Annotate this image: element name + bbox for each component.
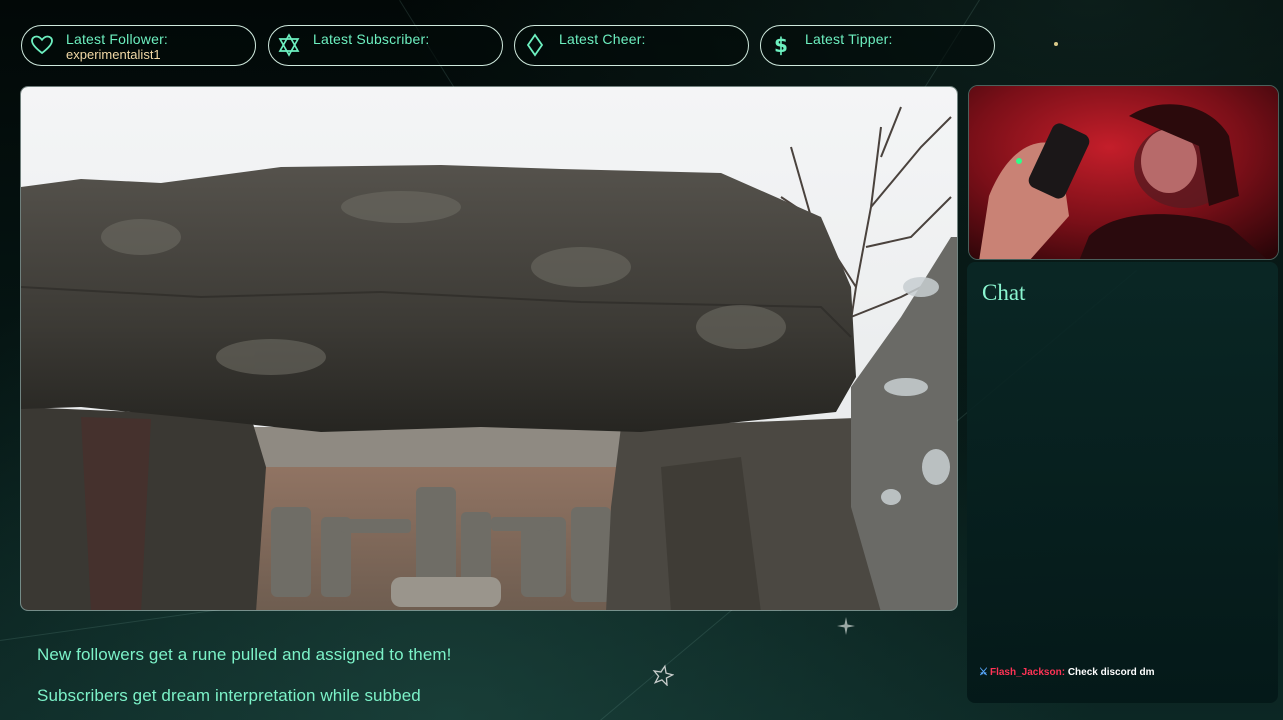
sparkle-dot	[1054, 42, 1058, 46]
latest-subscriber-label: Latest Subscriber:	[313, 31, 430, 47]
chat-panel: Chat ⚔ Flash_Jackson: Check discord dm	[967, 262, 1278, 703]
chat-separator: :	[1061, 667, 1066, 678]
latest-cheer-pill: Latest Cheer:	[514, 25, 749, 66]
webcam-feed	[968, 85, 1279, 260]
latest-tipper-pill: $ Latest Tipper:	[760, 25, 995, 66]
info-line-followers: New followers get a rune pulled and assi…	[37, 645, 452, 664]
outline-star-icon	[652, 664, 674, 686]
latest-tipper-label: Latest Tipper:	[805, 31, 893, 47]
info-line-subscribers: Subscribers get dream interpretation whi…	[37, 686, 421, 705]
latest-follower-value: experimentalist1	[66, 47, 161, 62]
diamond-icon	[526, 33, 544, 57]
latest-follower-label: Latest Follower:	[66, 31, 169, 47]
dollar-icon: $	[774, 33, 788, 57]
dolmen-scene-image	[21, 87, 957, 610]
chat-title: Chat	[982, 280, 1026, 305]
svg-text:$: $	[774, 33, 788, 57]
latest-follower-pill: Latest Follower: experimentalist1	[21, 25, 256, 66]
main-video-feed	[20, 86, 958, 611]
heart-icon	[31, 35, 53, 55]
chat-username[interactable]: Flash_Jackson	[990, 667, 1062, 678]
webcam-image	[969, 86, 1278, 259]
chat-message: ⚔ Flash_Jackson: Check discord dm	[979, 667, 1155, 678]
latest-subscriber-pill: Latest Subscriber:	[268, 25, 503, 66]
chat-text: Check discord dm	[1067, 667, 1155, 678]
sword-badge-icon: ⚔	[979, 667, 988, 678]
latest-cheer-label: Latest Cheer:	[559, 31, 646, 47]
star-of-david-icon	[278, 33, 300, 57]
sparkle-star-icon	[837, 617, 855, 635]
